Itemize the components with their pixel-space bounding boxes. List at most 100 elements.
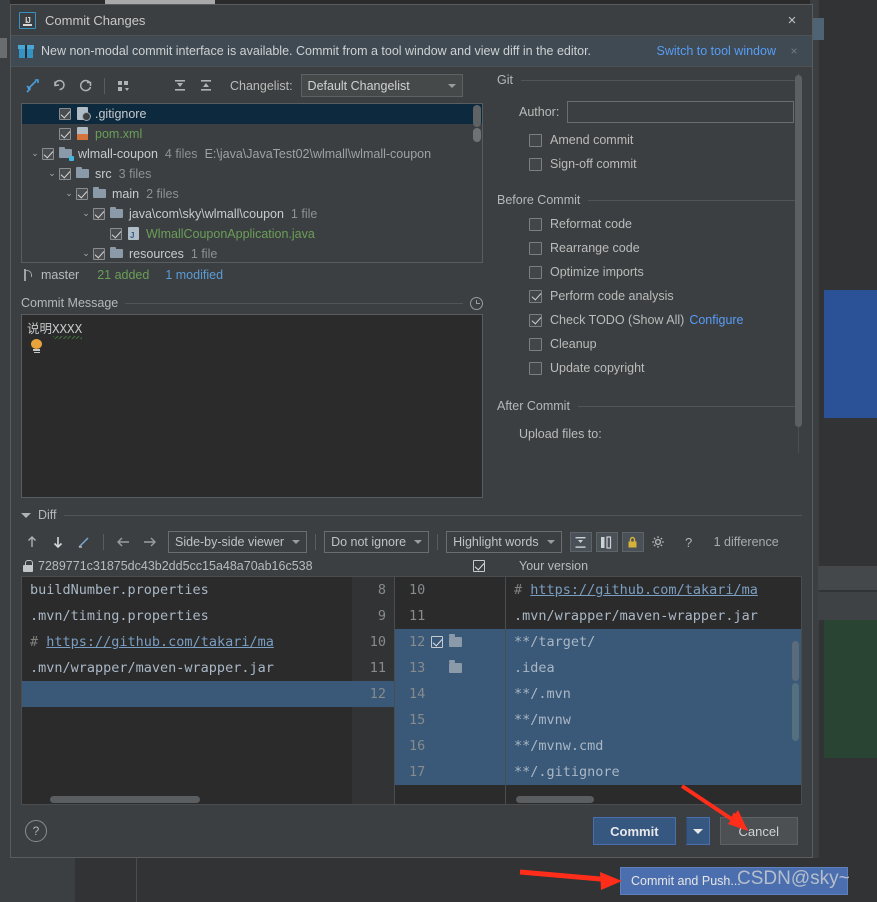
chevron-down-icon [692, 828, 703, 834]
background-divider-1 [818, 566, 877, 590]
diff-viewer[interactable]: buildNumber.properties .mvn/timing.proper… [21, 576, 802, 805]
collapse-unchanged-icon[interactable] [569, 532, 592, 552]
folder-icon [449, 660, 463, 673]
next-diff-down-icon[interactable] [47, 531, 69, 553]
lightbulb-icon[interactable] [31, 339, 42, 354]
checkbox-input[interactable] [529, 217, 542, 231]
tree-row-checkbox[interactable] [42, 147, 54, 160]
checkbox-input[interactable] [529, 289, 542, 303]
ignore-mode-select[interactable]: Do not ignore [324, 531, 430, 553]
history-clock-icon[interactable] [470, 296, 483, 310]
diff-right-vscrollbar-2[interactable] [792, 683, 799, 741]
chevron-down-icon[interactable]: ⌄ [62, 188, 76, 199]
tree-row[interactable]: ⌄ main 2 files [22, 184, 482, 204]
commit-changes-dialog: IJ Commit Changes × New non-modal commit… [10, 4, 813, 858]
tree-row-checkbox[interactable] [93, 207, 105, 220]
show-diff-icon[interactable] [21, 75, 45, 97]
lock-icon[interactable] [621, 532, 644, 552]
align-columns-icon[interactable] [595, 532, 618, 552]
collapse-all-icon[interactable] [194, 75, 218, 97]
your-version-checkbox[interactable] [473, 560, 485, 572]
tree-row-checkbox[interactable] [59, 107, 71, 120]
before-commit-title: Before Commit [497, 193, 581, 207]
tree-row[interactable]: ⌄ java\com\sky\wlmall\coupon 1 file [22, 204, 482, 224]
diff-left-line: buildNumber.properties [30, 582, 209, 598]
notification-close-icon[interactable]: × [784, 44, 804, 58]
checkbox-cleanup[interactable]: Cleanup [497, 337, 802, 351]
checkbox-label: Check TODO (Show All) [550, 313, 685, 327]
tree-row-checkbox[interactable] [76, 187, 88, 200]
checkbox-reformat-code[interactable]: Reformat code [497, 217, 802, 231]
diff-left-line-number: 9 [377, 608, 386, 624]
checkbox-perform-code-analysis[interactable]: Perform code analysis [497, 289, 802, 303]
tree-row[interactable]: ⌄ resources 1 file [22, 244, 482, 262]
diff-left-line: # https://github.com/takari/ma [30, 634, 274, 650]
divider-line [588, 199, 802, 201]
arrow-right-icon[interactable] [138, 531, 160, 553]
arrow-left-icon[interactable] [112, 531, 134, 553]
checkbox-input[interactable] [529, 157, 542, 171]
commit-button[interactable]: Commit [593, 817, 676, 845]
commit-message-input[interactable]: 说明XXXX [21, 314, 483, 498]
switch-to-tool-window-link[interactable]: Switch to tool window [656, 44, 776, 58]
tree-row[interactable]: ⌄pom.xml [22, 124, 482, 144]
commit-and-push-label: Commit and Push... [631, 874, 741, 888]
tree-row[interactable]: ⌄WlmallCouponApplication.java [22, 224, 482, 244]
checkbox-sign-off-commit[interactable]: Sign-off commit [497, 157, 802, 171]
diff-pane-left[interactable]: buildNumber.properties .mvn/timing.proper… [22, 577, 352, 804]
author-input[interactable] [567, 101, 794, 123]
checkbox-input[interactable] [529, 337, 542, 351]
cancel-button[interactable]: Cancel [719, 817, 798, 845]
checkbox-optimize-imports[interactable]: Optimize imports [497, 265, 802, 279]
tree-scrollbar-thumb-2[interactable] [473, 127, 481, 142]
changelist-select[interactable]: Default Changelist [300, 74, 463, 98]
checkbox-label: Sign-off commit [550, 157, 637, 171]
checkbox-input[interactable] [529, 313, 542, 327]
chevron-down-icon[interactable]: ⌄ [79, 248, 93, 259]
collapse-triangle-icon[interactable] [21, 512, 31, 518]
tree-row[interactable]: ⌄ src 3 files [22, 164, 482, 184]
tree-row[interactable]: ⌄ wlmall-coupon 4 files E:\java\JavaTest02\… [22, 144, 482, 164]
checkbox-input[interactable] [529, 265, 542, 279]
revert-icon[interactable] [47, 75, 71, 97]
background-block-blue [824, 290, 877, 418]
configure-link[interactable]: Configure [689, 313, 743, 327]
checkbox-update-copyright[interactable]: Update copyright [497, 361, 802, 375]
checkbox-input[interactable] [529, 361, 542, 375]
highlight-mode-select[interactable]: Highlight words [446, 531, 562, 553]
diff-accept-checkbox[interactable] [431, 636, 444, 648]
checkbox-amend-commit[interactable]: Amend commit [497, 133, 802, 147]
chevron-down-icon[interactable]: ⌄ [28, 148, 42, 159]
diff-left-hscrollbar[interactable] [50, 796, 200, 803]
checkbox-check-todo[interactable]: Check TODO (Show All) Configure [497, 313, 802, 327]
tree-row-checkbox[interactable] [110, 227, 122, 240]
tree-row[interactable]: ⌄.gitignore [22, 103, 482, 124]
refresh-icon[interactable] [73, 75, 97, 97]
tree-row-checkbox[interactable] [93, 247, 105, 260]
diff-left-revision: 7289771c31875dc43b2dd5cc15a48a70ab16c538 [38, 559, 313, 573]
changes-tree[interactable]: ⌄.gitignore⌄pom.xml⌄wlmall-coupon4 files… [21, 102, 483, 263]
chevron-down-icon[interactable]: ⌄ [79, 208, 93, 219]
settings-gear-icon[interactable] [648, 531, 670, 553]
diff-right-hscrollbar[interactable] [516, 796, 594, 803]
prev-diff-up-icon[interactable] [21, 531, 43, 553]
diff-right-vscrollbar[interactable] [792, 641, 799, 681]
commit-dropdown-button[interactable] [685, 817, 710, 845]
viewer-mode-select[interactable]: Side-by-side viewer [168, 531, 308, 553]
group-by-icon[interactable] [112, 75, 136, 97]
tree-row-checkbox[interactable] [59, 167, 71, 180]
checkbox-rearrange-code[interactable]: Rearrange code [497, 241, 802, 255]
help-question-icon[interactable]: ? [678, 531, 700, 553]
tree-scrollbar-thumb[interactable] [473, 104, 481, 127]
edit-pencil-icon[interactable] [73, 531, 95, 553]
checkbox-input[interactable] [529, 241, 542, 255]
tree-row-checkbox[interactable] [59, 127, 71, 140]
help-button[interactable]: ? [25, 820, 47, 842]
options-scrollbar-thumb[interactable] [795, 75, 802, 427]
diff-pane-right[interactable]: # https://github.com/takari/ma .mvn/wrapp… [506, 577, 801, 804]
chevron-down-icon[interactable]: ⌄ [45, 168, 59, 179]
checkbox-input[interactable] [529, 133, 542, 147]
expand-all-icon[interactable] [168, 75, 192, 97]
checkbox-label: Reformat code [550, 217, 632, 231]
close-icon[interactable]: × [780, 8, 804, 32]
